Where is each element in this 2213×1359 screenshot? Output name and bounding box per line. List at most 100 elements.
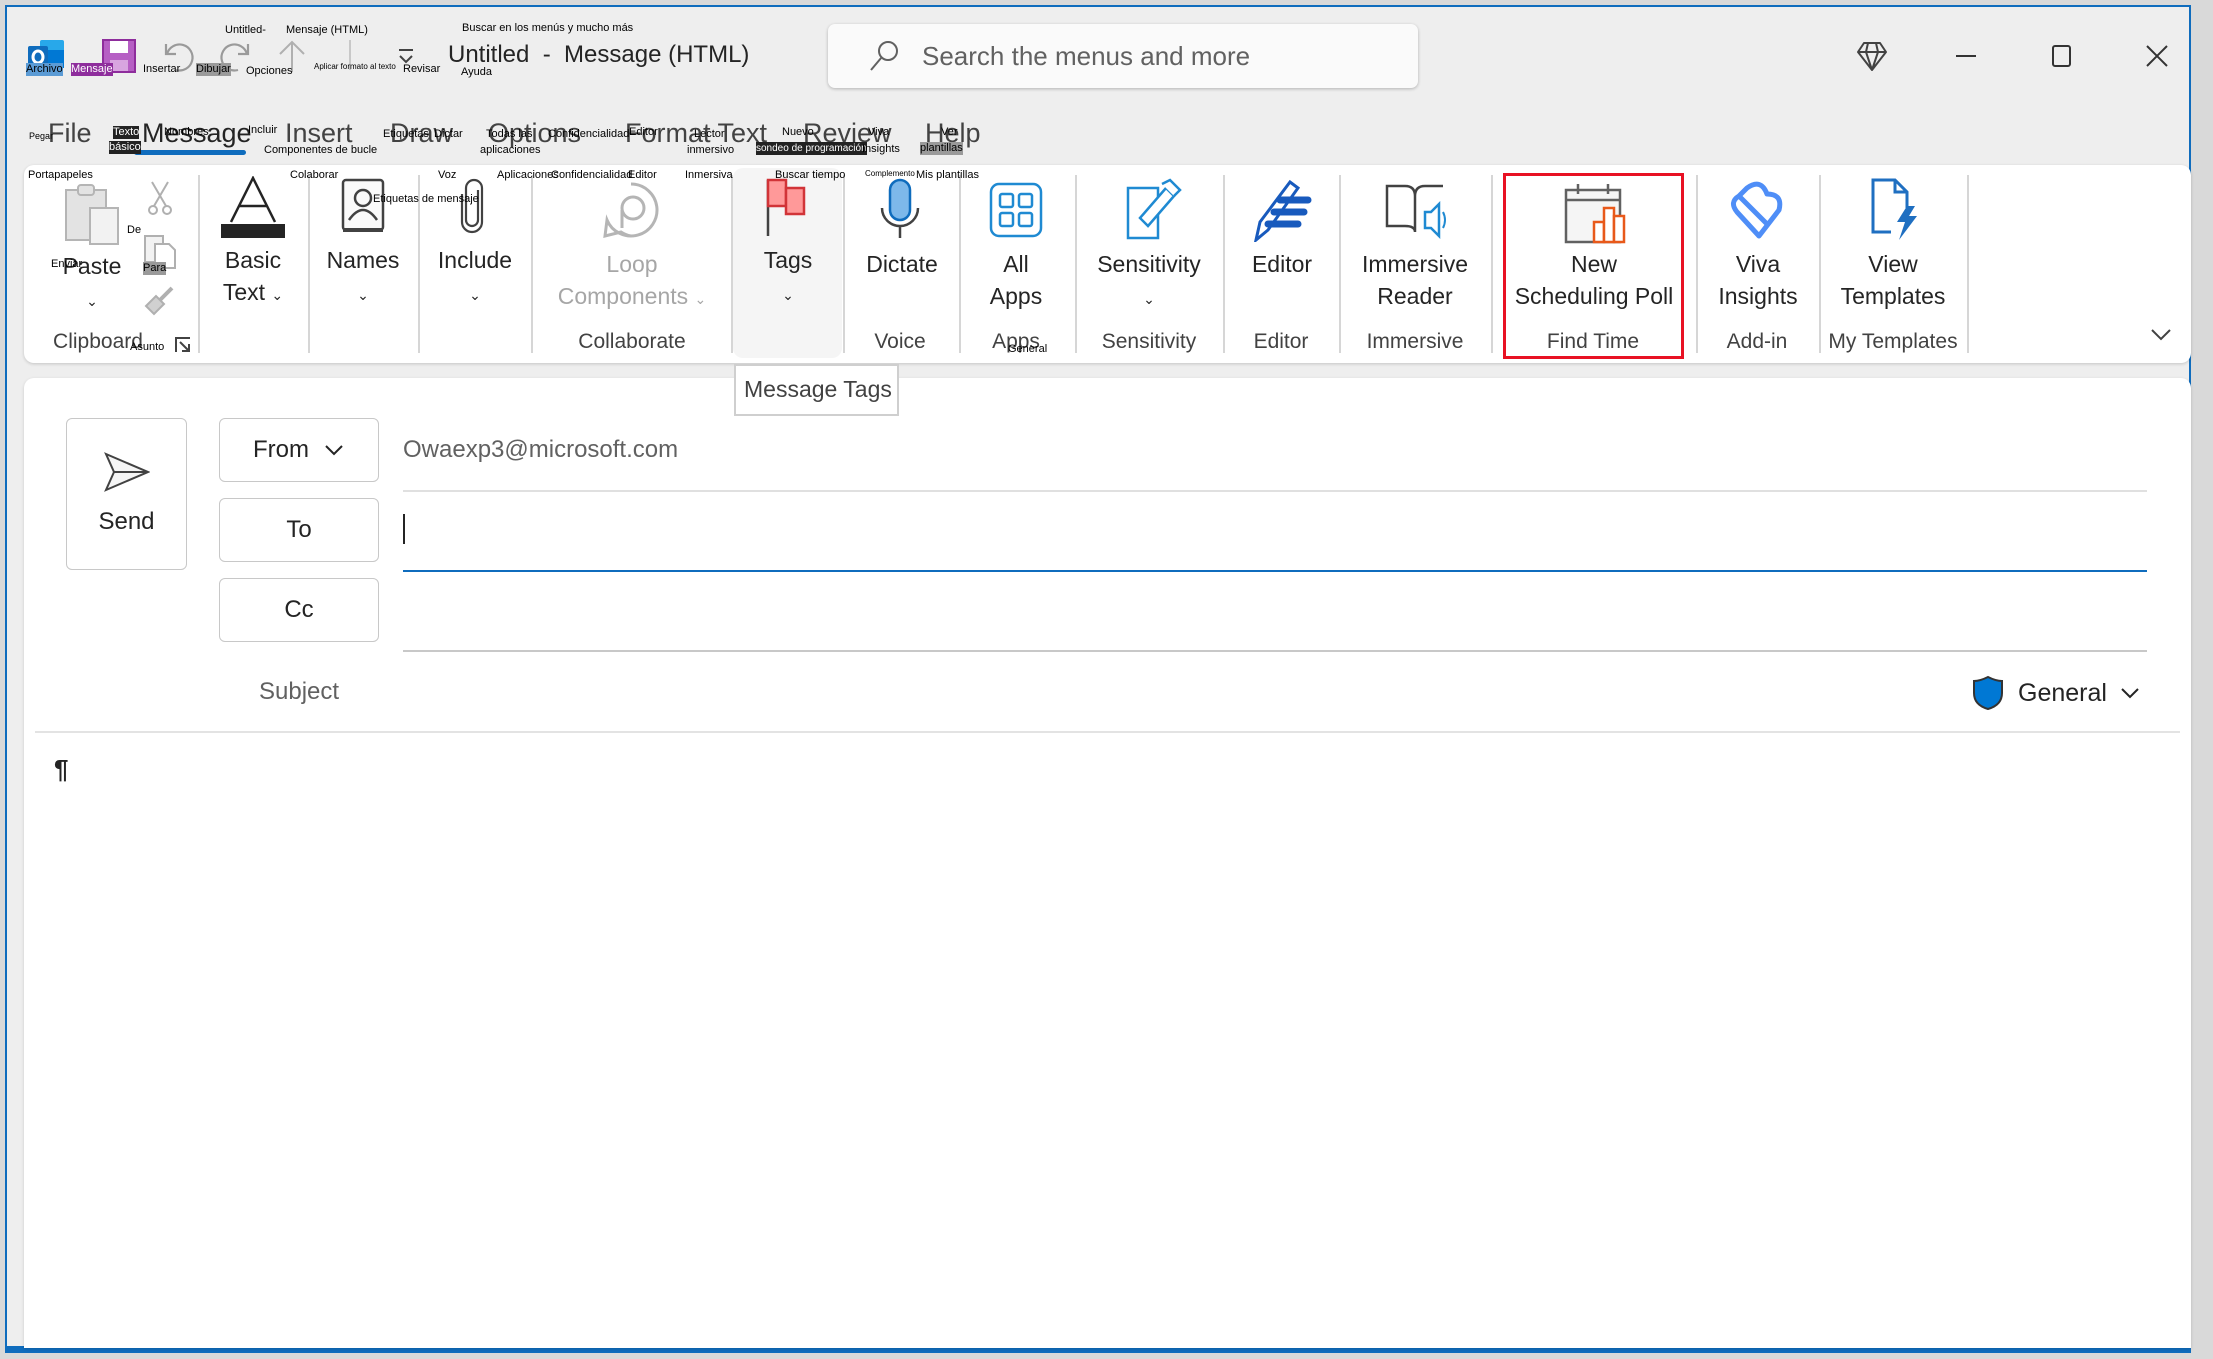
sensitivity-label-dropdown[interactable]: General [1972, 672, 2141, 714]
overlay-label: Insights [862, 143, 900, 155]
overlay-label: Confidencialidad [551, 169, 633, 181]
from-label: From [253, 436, 309, 463]
editor-button[interactable]: Editor [1232, 248, 1332, 280]
group-label-add-in: Add-in [1726, 330, 1788, 353]
overlay-label: Aplicaciones [497, 169, 559, 181]
group-separator [198, 175, 200, 353]
group-label-immersive: Immersive [1366, 330, 1464, 353]
templates-line1: View [1868, 251, 1918, 277]
diamond-icon [1857, 42, 1887, 71]
group-separator [308, 175, 310, 353]
overlay-label: Componentes de bucle [264, 144, 378, 156]
overlay-label: Nombres [164, 126, 209, 138]
header-divider [35, 731, 2180, 733]
chevron-down-icon: ⌄ [782, 287, 794, 303]
overlay-label: inmersivo [687, 144, 735, 156]
shield-icon [1973, 675, 2003, 711]
minimize-button[interactable] [1944, 34, 1988, 78]
subject-input[interactable] [403, 668, 1903, 718]
overlay-label: Viva [868, 126, 890, 138]
overlay-label: Portapapeles [28, 169, 93, 181]
dictate-button[interactable]: Dictate [852, 248, 952, 280]
overlay-label: Nuevo [782, 126, 814, 138]
overlay-label: Dibujar [196, 63, 231, 76]
minimize-icon [1956, 55, 1976, 57]
selected-tab-indicator [134, 150, 246, 155]
maximize-button[interactable] [2040, 34, 2084, 78]
include-button[interactable]: Include ⌄ [425, 244, 525, 311]
to-input[interactable] [403, 512, 2147, 558]
group-separator [1967, 175, 1969, 353]
message-body[interactable]: ¶ [54, 754, 2154, 1334]
search-icon [870, 41, 898, 71]
microphone-icon [878, 178, 922, 245]
viva-line1: Viva [1735, 251, 1781, 277]
overlay-label: Complemento [865, 169, 915, 178]
cut-icon[interactable] [146, 180, 174, 221]
overlay-label: Confidencialidad [548, 128, 630, 140]
send-icon [103, 452, 150, 492]
overlay-label: Insertar [143, 63, 181, 75]
overlay-label: Lector [694, 128, 725, 140]
subject-label: Subject [259, 678, 340, 705]
all-apps-icon [989, 182, 1043, 243]
overlay-label: Ver [941, 126, 958, 138]
overlay-label: Archivo [26, 63, 63, 76]
search-box[interactable]: Search the menus and more [828, 24, 1418, 88]
overlay-label: Todas las [486, 128, 533, 140]
to-label: To [286, 516, 312, 543]
viva-line2: Insights [1718, 283, 1798, 309]
editor-icon [1250, 178, 1314, 247]
format-painter-icon[interactable] [142, 284, 176, 323]
from-button[interactable]: From [219, 418, 379, 482]
close-button[interactable] [2135, 34, 2179, 78]
editor-label: Editor [1251, 251, 1313, 277]
view-templates-button[interactable]: View Templates [1828, 248, 1958, 312]
cc-label: Cc [284, 596, 314, 623]
chevron-down-icon [2151, 329, 2171, 341]
chevron-down-icon: ⌄ [694, 291, 707, 307]
tab-file[interactable]: File [48, 118, 92, 149]
address-book-icon [341, 178, 385, 241]
names-button[interactable]: Names ⌄ [318, 244, 408, 311]
viva-insights-button[interactable]: Viva Insights [1708, 248, 1808, 312]
cc-input[interactable] [403, 590, 2147, 640]
all-apps-button[interactable]: All Apps [966, 248, 1066, 312]
overlay-label: Buscar tiempo [775, 169, 846, 181]
to-button[interactable]: To [219, 498, 379, 562]
viva-insights-icon [1727, 180, 1789, 247]
overlay-label: Voz [438, 169, 457, 181]
send-button[interactable]: Send [66, 418, 187, 570]
all-apps-line2: Apps [989, 283, 1043, 309]
group-label-voice: Voice [874, 330, 926, 353]
overlay-label: Asunto [130, 341, 165, 353]
overlay-label: Opciones [246, 65, 293, 77]
overlay-label: plantillas [920, 142, 963, 155]
basic-text-line2: Text [222, 279, 266, 305]
overlay-label: Editor [629, 126, 658, 138]
cc-button[interactable]: Cc [219, 578, 379, 642]
ribbon-expand-button[interactable] [2150, 326, 2172, 347]
chevron-down-icon: ⌄ [1143, 291, 1155, 307]
overlay-label: sondeo de programación [756, 142, 867, 155]
overlay-label: Pegar [29, 131, 54, 141]
tooltip: Message Tags [734, 364, 899, 416]
overlay-label: Etiquetas de mensaje [373, 193, 479, 205]
basic-text-button[interactable]: Basic Text ⌄ [208, 244, 298, 311]
group-separator [959, 175, 961, 353]
group-separator [1491, 175, 1493, 353]
templates-line2: Templates [1840, 283, 1946, 309]
send-label: Send [98, 508, 155, 535]
premium-diamond-button[interactable] [1850, 34, 1894, 78]
sensitivity-button[interactable]: Sensitivity ⌄ [1084, 248, 1214, 315]
dialog-launcher-icon[interactable] [174, 336, 192, 359]
loop-components-button[interactable]: Loop Components ⌄ [546, 248, 718, 315]
overlay-label: Colaborar [290, 169, 339, 181]
group-separator [531, 175, 533, 353]
tags-button[interactable]: Tags ⌄ [746, 244, 830, 311]
immersive-reader-button[interactable]: Immersive Reader [1348, 248, 1482, 312]
paste-icon [62, 182, 122, 251]
group-label-editor: Editor [1253, 330, 1309, 353]
immersive-line2: Reader [1377, 283, 1453, 309]
paperclip-icon [458, 178, 488, 241]
